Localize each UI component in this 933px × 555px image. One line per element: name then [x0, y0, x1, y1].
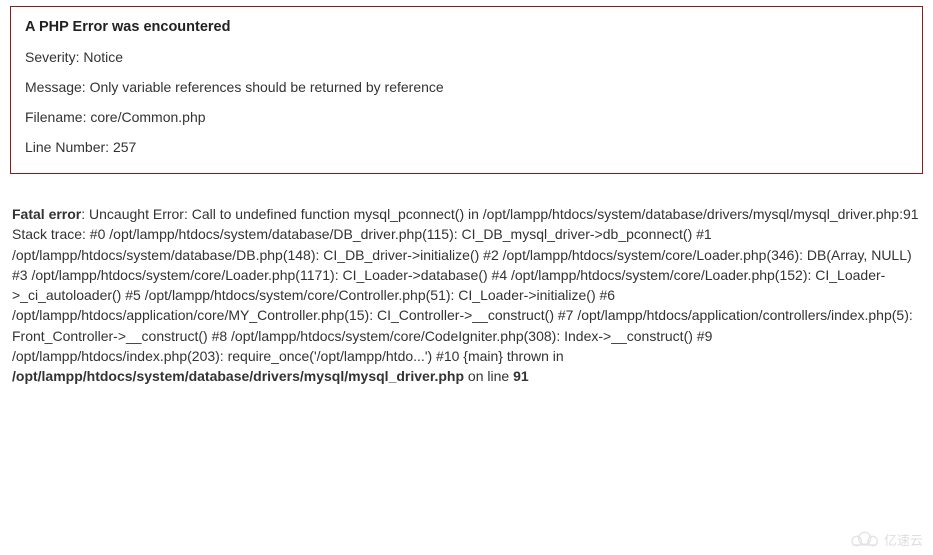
fatal-error-body: : Uncaught Error: Call to undefined func… — [12, 206, 919, 364]
severity-value: Notice — [83, 49, 123, 65]
line-number-line: Line Number: 257 — [25, 139, 908, 155]
fatal-error-block: Fatal error: Uncaught Error: Call to und… — [12, 204, 921, 387]
cloud-icon — [847, 529, 881, 549]
message-label: Message: — [25, 79, 90, 95]
php-error-box: A PHP Error was encountered Severity: No… — [10, 6, 923, 174]
filename-label: Filename: — [25, 109, 90, 125]
fatal-on-line-text: on line — [464, 368, 513, 384]
fatal-thrown-file: /opt/lampp/htdocs/system/database/driver… — [12, 368, 464, 384]
message-value: Only variable references should be retur… — [90, 79, 444, 95]
severity-label: Severity: — [25, 49, 83, 65]
filename-value: core/Common.php — [90, 109, 205, 125]
line-number-label: Line Number: — [25, 139, 113, 155]
error-title: A PHP Error was encountered — [25, 19, 908, 35]
watermark: 亿速云 — [847, 529, 923, 549]
fatal-thrown-line: 91 — [513, 368, 529, 384]
fatal-error-label: Fatal error — [12, 206, 81, 222]
filename-line: Filename: core/Common.php — [25, 109, 908, 125]
severity-line: Severity: Notice — [25, 49, 908, 65]
watermark-text: 亿速云 — [884, 530, 923, 549]
message-line: Message: Only variable references should… — [25, 79, 908, 95]
line-number-value: 257 — [113, 139, 136, 155]
